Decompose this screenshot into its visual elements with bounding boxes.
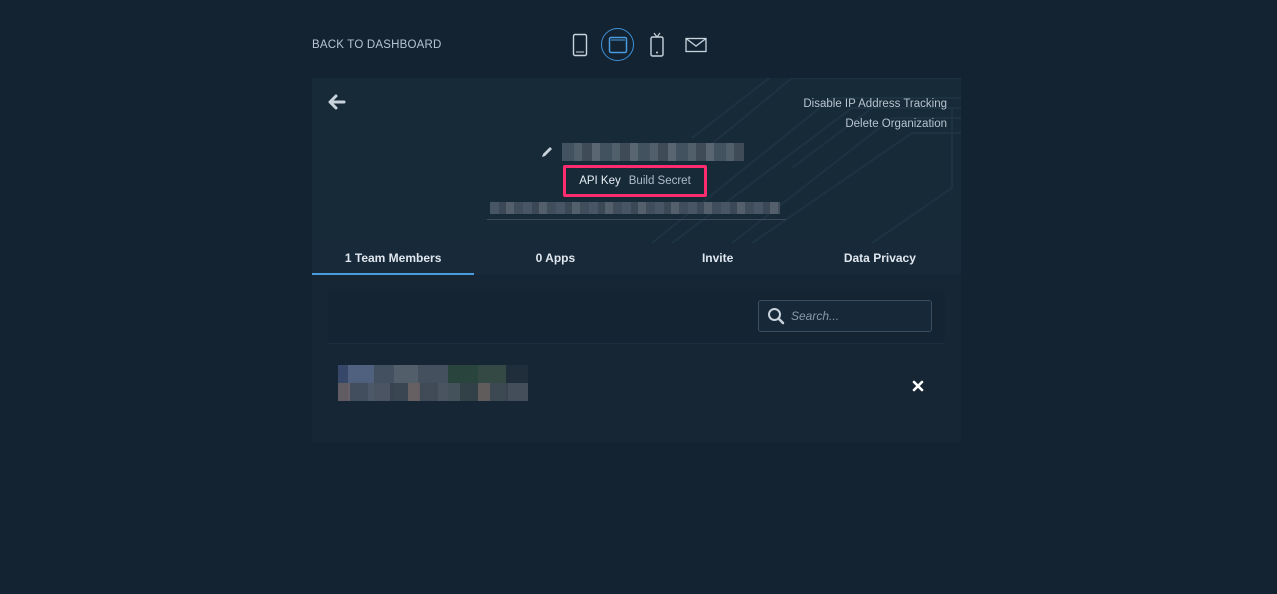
organization-panel: Disable IP Address Tracking Delete Organ… — [312, 78, 961, 442]
organization-name-row — [540, 142, 744, 162]
delete-organization-link[interactable]: Delete Organization — [803, 114, 947, 134]
tab-invite[interactable]: Invite — [637, 243, 799, 275]
search-input[interactable] — [789, 308, 923, 324]
organization-tabs: 1 Team Members 0 Apps Invite Data Privac… — [312, 243, 961, 275]
api-key-redacted — [490, 202, 780, 214]
tablet-icon[interactable] — [601, 28, 634, 61]
mobile-device-icon[interactable] — [640, 28, 674, 62]
organization-actions: Disable IP Address Tracking Delete Organ… — [803, 94, 947, 134]
remove-member-icon[interactable] — [912, 380, 924, 392]
api-key-tab[interactable]: API Key — [579, 175, 621, 187]
tab-apps[interactable]: 0 Apps — [474, 243, 636, 275]
back-arrow-icon[interactable] — [326, 92, 346, 112]
search-icon — [768, 308, 785, 325]
search-box[interactable] — [758, 300, 932, 332]
mail-icon[interactable] — [679, 28, 713, 62]
team-members-card — [328, 291, 945, 429]
back-to-dashboard-link[interactable]: BACK TO DASHBOARD — [312, 39, 442, 51]
device-switcher — [563, 28, 723, 62]
members-toolbar — [328, 291, 945, 344]
tab-data-privacy[interactable]: Data Privacy — [799, 243, 961, 275]
build-secret-tab[interactable]: Build Secret — [629, 175, 691, 187]
tab-team-members[interactable]: 1 Team Members — [312, 243, 475, 275]
pencil-icon[interactable] — [540, 145, 554, 159]
organization-header: Disable IP Address Tracking Delete Organ… — [312, 78, 961, 243]
member-redacted — [338, 365, 528, 401]
phone-icon[interactable] — [563, 28, 597, 62]
api-key-field[interactable] — [487, 198, 786, 220]
key-selector: API Key Build Secret — [563, 165, 707, 197]
organization-name-redacted — [562, 143, 744, 161]
disable-ip-tracking-link[interactable]: Disable IP Address Tracking — [803, 94, 947, 114]
table-row — [328, 344, 945, 428]
